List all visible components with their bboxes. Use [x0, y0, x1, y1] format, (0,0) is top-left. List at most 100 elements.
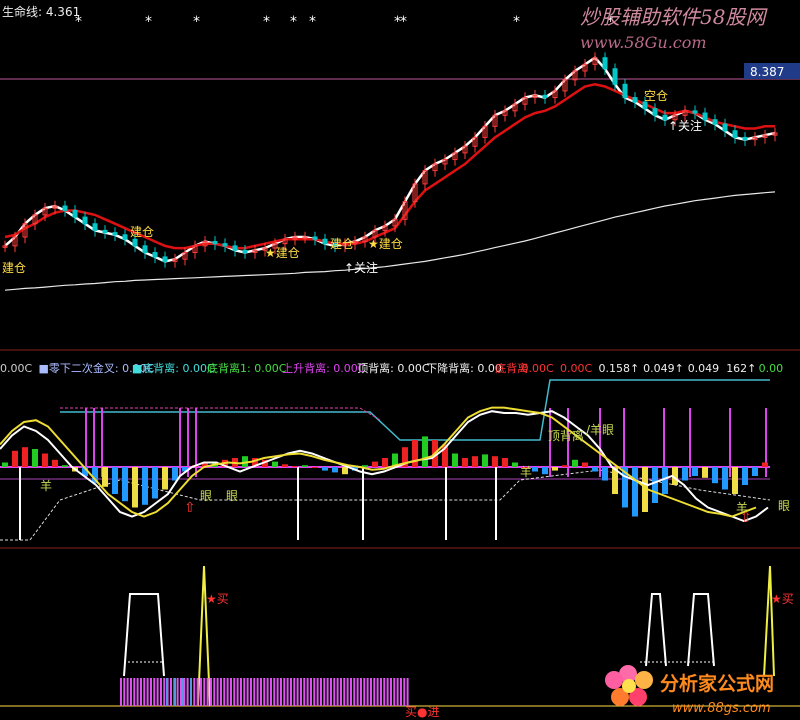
signal-bar — [363, 678, 366, 706]
candle-body — [602, 57, 608, 70]
osc-bar — [382, 458, 388, 467]
signal-panel: ★买 ★买 买●进 — [0, 565, 800, 719]
signal-bar — [346, 678, 349, 706]
signal-bar — [220, 678, 222, 706]
signal-bar — [140, 678, 142, 706]
candle-body — [732, 130, 738, 138]
signal-label: 空仓 — [644, 89, 668, 103]
legend-item: 0.049↑ — [643, 362, 684, 375]
signal-bar — [366, 678, 369, 706]
signal-bar — [330, 678, 332, 706]
price-panel: 生命线: 4.361 * * * * * * * * * * 8.387 建仓建仓★建仓建仓 ★建仓… — [0, 0, 800, 350]
candle-body — [312, 236, 318, 240]
signal-bar — [283, 678, 286, 706]
osc-bar — [62, 465, 68, 467]
osc-bar — [722, 467, 728, 490]
marker-star-icon: * — [309, 14, 316, 30]
signal-bar — [226, 678, 229, 706]
signal-bar — [393, 678, 396, 706]
osc-annotation: 羊 — [520, 464, 532, 479]
candle-body — [142, 245, 148, 254]
oscillator-bars — [2, 436, 768, 517]
signal-bar — [136, 678, 139, 706]
osc-annotation: 顶背离 — [548, 428, 584, 443]
legend-item: 0.00C — [560, 362, 592, 375]
osc-bar — [512, 462, 518, 467]
signal-bar — [150, 678, 152, 706]
signal-label: ★建仓 — [368, 237, 403, 251]
signal-bar — [310, 678, 312, 706]
osc-bar — [452, 453, 458, 467]
signal-bar — [153, 678, 156, 706]
candle-body — [702, 112, 708, 121]
signal-label: ★建仓 — [265, 246, 300, 260]
signal-bar — [240, 678, 242, 706]
signal-bar — [206, 678, 209, 706]
signal-bar — [300, 678, 302, 706]
signal-bar — [170, 678, 172, 706]
candle-body — [232, 245, 238, 251]
signal-bar — [263, 678, 266, 706]
marker-star-icon: * — [400, 14, 407, 30]
pink-envelope — [60, 407, 381, 421]
signal-bar — [253, 678, 256, 706]
osc-bar — [552, 467, 558, 471]
legend-item: 162↑ — [726, 362, 756, 375]
osc-annotation: 眼 — [200, 489, 212, 503]
signal-bar — [174, 678, 176, 706]
marker-star-icon: * — [193, 14, 200, 30]
buy-label-1: ★买 — [206, 592, 229, 606]
candle-body — [632, 97, 638, 103]
candle-body — [722, 123, 728, 132]
osc-bar — [752, 467, 758, 476]
signal-bar — [303, 678, 306, 706]
signal-bar — [186, 678, 189, 706]
signal-bar — [190, 678, 192, 706]
signal-bar — [280, 678, 282, 706]
marker-star-icon: * — [513, 14, 520, 30]
signal-bar — [386, 678, 389, 706]
signal-bar — [156, 678, 159, 706]
osc-bar — [562, 465, 568, 467]
signal-bar — [200, 678, 202, 706]
candle-body — [212, 240, 218, 245]
signal-bar — [176, 678, 179, 706]
signal-spike — [763, 565, 775, 677]
legend-item: 0.158↑ — [599, 362, 640, 375]
osc-bar — [312, 467, 318, 468]
signal-bar — [256, 678, 259, 706]
legend-item: 下降背离: 0.00 — [426, 361, 502, 375]
signal-bar — [390, 678, 392, 706]
signal-bar — [356, 678, 359, 706]
signal-bar — [350, 678, 352, 706]
signal-bar — [243, 678, 246, 706]
osc-bar — [162, 467, 168, 490]
signal-bar — [160, 678, 162, 706]
indicator-label: 生命线: 4.361 — [2, 4, 80, 19]
signal-label: ↑关注 — [668, 118, 702, 133]
signal-bar — [213, 678, 216, 706]
marker-star-icon: * — [145, 14, 152, 30]
signal-bar — [123, 678, 126, 706]
signal-bar — [333, 678, 336, 706]
signal-bar — [396, 678, 399, 706]
candle-body — [692, 110, 698, 114]
signal-bar — [246, 678, 249, 706]
signal-step — [687, 593, 715, 667]
osc-bar — [502, 458, 508, 467]
osc-bar — [572, 459, 578, 467]
osc-bar — [492, 456, 498, 467]
signal-bar — [383, 678, 386, 706]
signal-bar — [216, 678, 219, 706]
oscillator-panel: 0.00C ■零下二次金叉: 0.00C■底背离: 0.00C底背离1: 0.00… — [0, 361, 790, 541]
candle-body — [662, 114, 668, 121]
signal-bar — [130, 678, 132, 706]
watermark-bottom: 分析家公式网 www.88gs.com — [605, 665, 774, 716]
signal-bar — [273, 678, 276, 706]
marker-star-icon: * — [263, 14, 270, 30]
signal-bar — [380, 678, 382, 706]
signal-bar — [286, 678, 289, 706]
osc-bar — [602, 467, 608, 481]
osc-bar — [732, 467, 738, 494]
osc-bar — [322, 467, 328, 471]
